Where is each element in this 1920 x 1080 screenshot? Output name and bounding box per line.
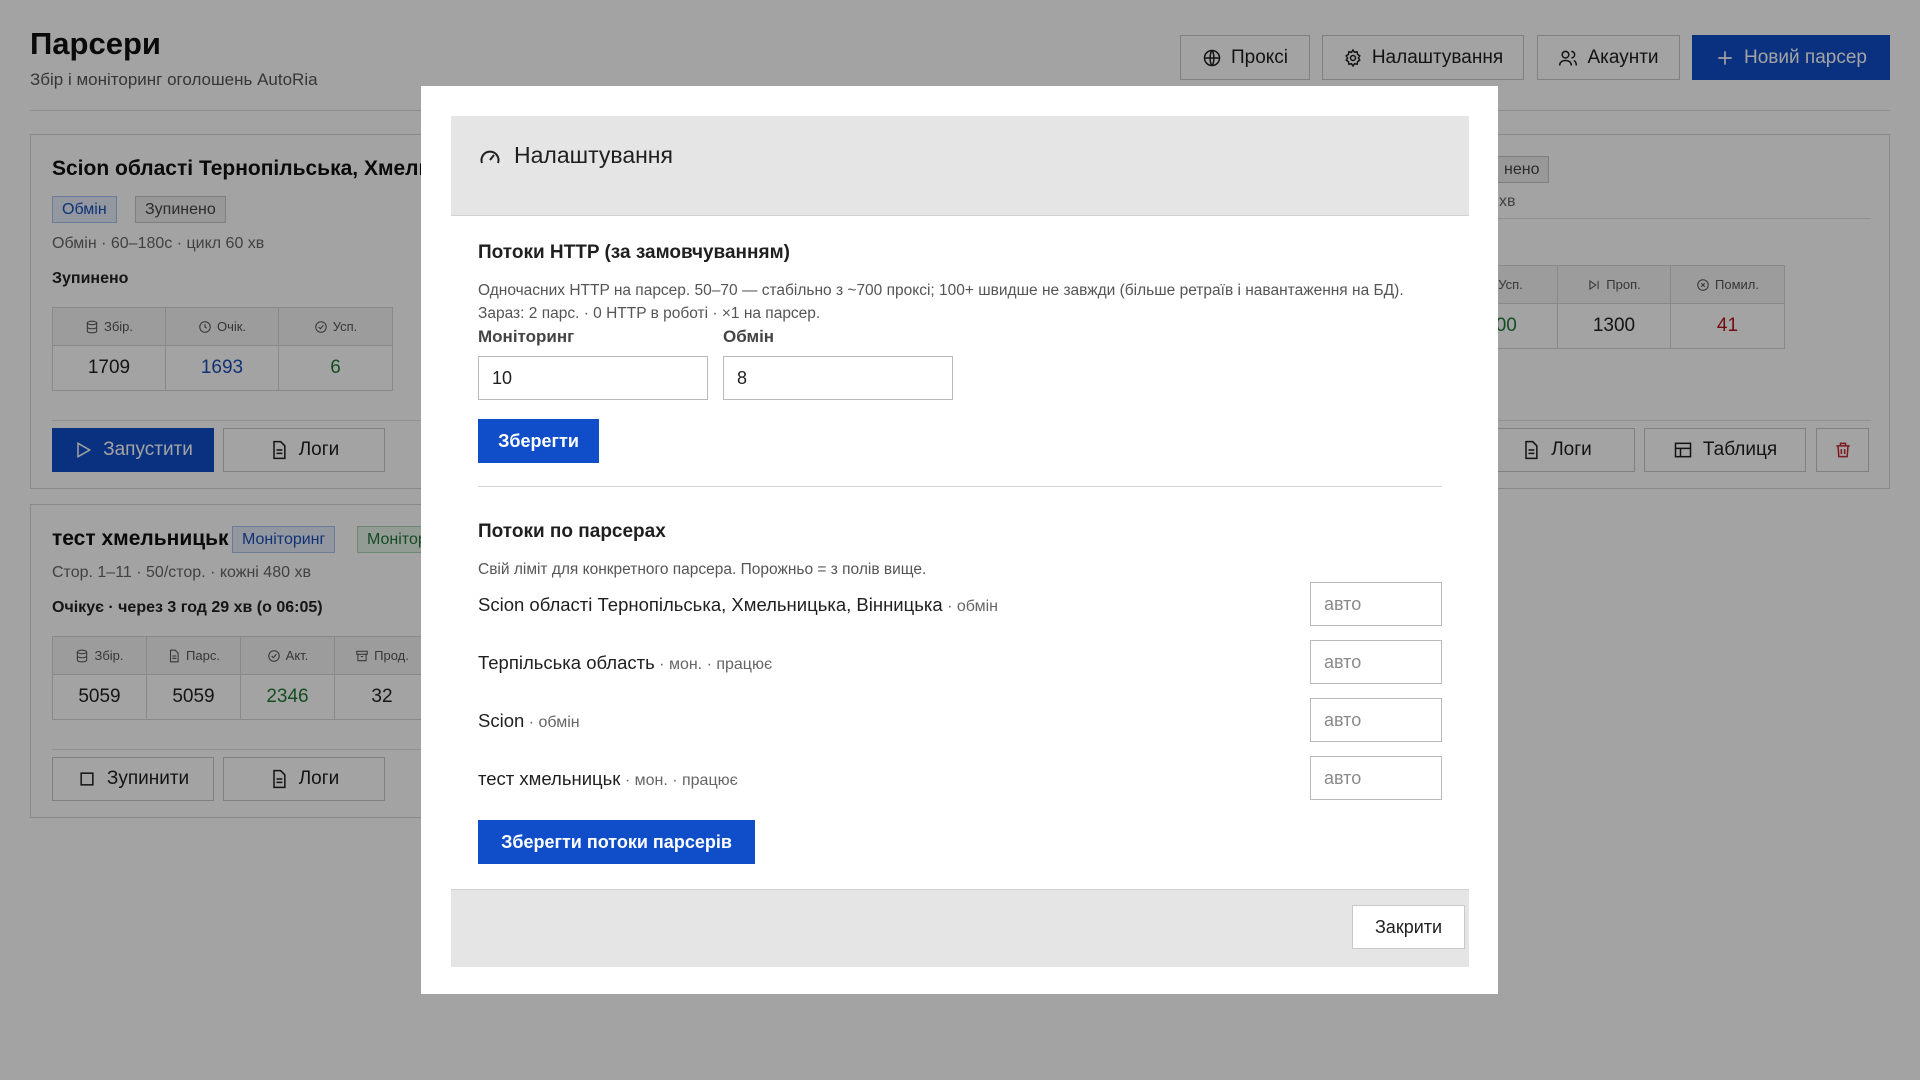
save-button[interactable]: Зберегти — [478, 419, 599, 463]
http-section-hint: Одночасних HTTP на парсер. 50–70 — стабі… — [478, 282, 1404, 322]
speedometer-icon — [480, 150, 500, 164]
parser-threads-input[interactable] — [1310, 756, 1442, 800]
parser-mode: · мон. · працює — [654, 656, 773, 673]
parser-name: Терпільська область — [478, 652, 655, 673]
per-parser-section-title: Потоки по парсерах — [478, 521, 666, 542]
parser-thread-row-label: Scion · обмін — [478, 710, 580, 732]
parser-mode: · мон. · працює — [620, 772, 738, 789]
monitoring-threads-input[interactable] — [478, 356, 708, 400]
parser-thread-row-label: тест хмельницьк · мон. · працює — [478, 768, 738, 790]
exchange-label: Обмін — [723, 327, 775, 346]
settings-modal: Налаштування Потоки HTTP (за замовчуванн… — [421, 86, 1498, 994]
http-section-title: Потоки HTTP (за замовчуванням) — [478, 242, 790, 263]
parser-name: тест хмельницьк — [478, 768, 621, 789]
parser-thread-row-label: Scion області Тернопільська, Хмельницька… — [478, 594, 998, 616]
modal-title: Налаштування — [514, 142, 673, 168]
section-divider — [478, 486, 1442, 487]
parser-mode: · обмін — [524, 714, 580, 731]
parser-mode: · обмін — [942, 598, 998, 615]
parser-threads-input[interactable] — [1310, 698, 1442, 742]
parser-name: Scion — [478, 710, 525, 731]
monitoring-label: Моніторинг — [478, 327, 575, 346]
parser-name: Scion області Тернопільська, Хмельницька… — [478, 594, 943, 615]
per-parser-section-hint: Свій ліміт для конкретного парсера. Поро… — [478, 561, 927, 578]
parser-threads-input[interactable] — [1310, 640, 1442, 684]
modal-header: Налаштування — [451, 116, 1469, 216]
modal-footer: Закрити — [451, 889, 1469, 967]
save-parser-threads-button[interactable]: Зберегти потоки парсерів — [478, 820, 755, 864]
parser-threads-input[interactable] — [1310, 582, 1442, 626]
exchange-threads-input[interactable] — [723, 356, 953, 400]
parser-thread-row-label: Терпільська область · мон. · працює — [478, 652, 772, 674]
close-button[interactable]: Закрити — [1352, 905, 1465, 949]
